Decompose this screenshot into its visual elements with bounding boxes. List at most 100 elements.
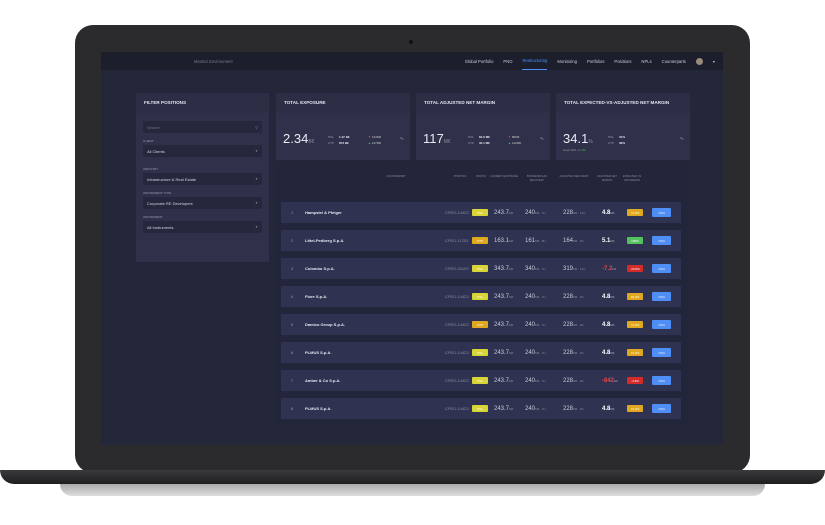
search-input[interactable]: Search ⚲ <box>143 121 262 133</box>
column-header[interactable]: COUNTERPART <box>336 175 456 179</box>
current-exposure: 243.7M€ <box>494 294 513 300</box>
chevron-down-icon[interactable]: ▾ <box>713 59 715 64</box>
unit: M€ <box>509 322 514 327</box>
nav-global-portfolio[interactable]: Global Portfolio <box>465 52 494 70</box>
nav-positions[interactable]: Positions <box>614 52 631 70</box>
column-header[interactable]: CURRENT EXPOSURE <box>490 175 518 179</box>
row-number: 4 <box>291 294 294 299</box>
status-badge: POL <box>472 405 488 412</box>
table-row[interactable]: 4 Fiore S.p.A. CPED-14423 POL 243.7M€ 240M€ ·… <box>281 286 681 307</box>
avatar[interactable] <box>695 57 703 65</box>
nav-portfolios[interactable]: Portfolios <box>587 52 604 70</box>
counterpart-name[interactable]: Colombo S.p.A. <box>305 266 335 271</box>
counterpart-name[interactable]: Hampstel & Pfeiger <box>305 210 342 215</box>
table-row[interactable]: 7 Amber & Co S.p.A. CPED-14423 POL 243.7M€ 24… <box>281 370 681 391</box>
status-badge: POL <box>472 293 488 300</box>
unit: M€ <box>509 294 514 299</box>
unit: M€ <box>509 378 514 383</box>
counterpart-name[interactable]: Amber & Co S.p.A. <box>305 378 341 383</box>
unit: M€ <box>443 139 451 145</box>
table-row[interactable]: 3 Colombo S.p.A. CPED-43153 POL 343.7M€ 340M€… <box>281 258 681 279</box>
nav-npls[interactable]: NPLs <box>641 52 651 70</box>
businessplan-recovery: 340M€ · 7m <box>525 266 546 272</box>
view-button[interactable]: VIEW <box>652 264 671 273</box>
nav-monitoring[interactable]: Monitoring <box>557 52 577 70</box>
nav-counterparts[interactable]: Counterparts <box>662 52 686 70</box>
table-row[interactable]: 5 Damico Group S.p.A. CPED-14423 UTP 243.7M€… <box>281 314 681 335</box>
sparkline-icon[interactable]: ∿ <box>540 136 544 142</box>
value: 319 <box>563 265 574 272</box>
expected-vs-adj-badge: 74.2% <box>627 405 643 412</box>
column-header[interactable]: ADJUSTED RECOVERY <box>559 175 589 179</box>
counterpart-name[interactable]: PLMUS S.p.A. <box>305 406 331 411</box>
adjusted-recovery: 228M€ · 9m <box>563 322 584 328</box>
instrument-select[interactable]: All Instruments ▼ <box>143 221 262 233</box>
time: 7m <box>541 266 547 271</box>
view-button[interactable]: VIEW <box>652 292 671 301</box>
current-exposure: 243.7M€ <box>494 406 513 412</box>
card-value: 2.34B€ <box>283 131 314 146</box>
unit: M€ · <box>573 210 580 215</box>
utp-value: 32.1 M€ <box>479 141 490 145</box>
industry-select[interactable]: Infrastructure & Real Estate ▼ <box>143 173 262 185</box>
position-id: CPED-14423 <box>445 294 469 299</box>
view-button[interactable]: VIEW <box>652 404 671 413</box>
time: 7m <box>541 294 547 299</box>
column-header[interactable]: STATUS <box>472 175 490 179</box>
column-header[interactable]: POSITION <box>448 175 472 179</box>
client-select[interactable]: All Clients ▼ <box>143 145 262 157</box>
view-button[interactable]: VIEW <box>652 348 671 357</box>
counterpart-name[interactable]: PLMUS S.p.A. <box>305 350 331 355</box>
instrument-type-select[interactable]: Corporate RE Developers ▼ <box>143 197 262 209</box>
adjusted-net-margin: -842K€ <box>602 378 618 384</box>
top-nav: Monitor Environment Global Portfolio PNO R… <box>101 52 723 70</box>
table-row[interactable]: 2 Littel-Pedberg S.p.A. CPED-11203 UTP 163.1… <box>281 230 681 251</box>
value: 243.7 <box>494 405 510 412</box>
value: 228 <box>563 209 574 216</box>
value: 243.7 <box>494 209 510 216</box>
positions-table: COUNTERPART POSITION STATUS CURRENT EXPOSUR… <box>276 165 690 425</box>
value: 240 <box>525 405 536 412</box>
column-header[interactable]: EXPECTED VS ADJ MARGIN <box>621 175 643 182</box>
chevron-down-icon: ▼ <box>255 177 258 181</box>
column-header[interactable]: ADJUSTED NET MARGIN <box>594 175 620 182</box>
unit: M€ <box>610 322 615 327</box>
adjusted-recovery: 319M€ · 13m <box>563 266 586 272</box>
unit: M€ <box>610 210 615 215</box>
unit: M€ · <box>535 266 542 271</box>
view-button[interactable]: VIEW <box>652 208 671 217</box>
row-number: 6 <box>291 350 294 355</box>
time: 7m <box>541 406 547 411</box>
sparkline-icon[interactable]: ∿ <box>400 136 404 142</box>
expected-vs-adj-badge: 100% <box>627 237 643 244</box>
nav-restructuring[interactable]: Restructuring <box>522 52 548 70</box>
value: 240 <box>525 349 536 356</box>
value: 163.1 <box>494 237 510 244</box>
nav-pno[interactable]: PNO <box>503 52 512 70</box>
sparkline-icon[interactable]: ∿ <box>680 136 684 142</box>
row-number: 7 <box>291 378 294 383</box>
table-row[interactable]: 6 PLMUS S.p.A. CPED-14423 POL 243.7M€ 240M€ ·… <box>281 342 681 363</box>
unit: M€ <box>509 350 514 355</box>
counterpart-name[interactable]: Damico Group S.p.A. <box>305 322 345 327</box>
value: 343.7 <box>494 265 510 272</box>
businessplan-recovery: 240M€ · 7m <box>525 350 546 356</box>
unit: M€ <box>610 350 615 355</box>
unit: M€ · <box>535 378 542 383</box>
pol-label: POL <box>608 135 615 139</box>
adjusted-recovery: 228M€ · 9m <box>563 294 584 300</box>
table-row[interactable]: 1 Hampstel & Pfeiger CPED-14423 POL 243.7M€ 2… <box>281 202 681 223</box>
table-row[interactable]: 8 PLMUS S.p.A. CPED-14423 POL 243.7M€ 240M€ ·… <box>281 398 681 419</box>
card-title: TOTAL EXPECTED-VS-ADJUSTED NET MARGIN <box>556 93 690 113</box>
expected-vs-adj-badge: 74.2% <box>627 321 643 328</box>
counterpart-name[interactable]: Fiore S.p.A. <box>305 294 327 299</box>
column-header[interactable]: BUSINESSPLAN RECOVERY <box>521 175 553 182</box>
trend-2: 127M€ <box>371 141 381 145</box>
expected-vs-adj-badge: -4.8% <box>627 377 643 384</box>
status-badge: UTP <box>472 321 488 328</box>
view-button[interactable]: VIEW <box>652 320 671 329</box>
view-button[interactable]: VIEW <box>652 376 671 385</box>
view-button[interactable]: VIEW <box>652 236 671 245</box>
value: 340 <box>525 265 536 272</box>
counterpart-name[interactable]: Littel-Pedberg S.p.A. <box>305 238 344 243</box>
